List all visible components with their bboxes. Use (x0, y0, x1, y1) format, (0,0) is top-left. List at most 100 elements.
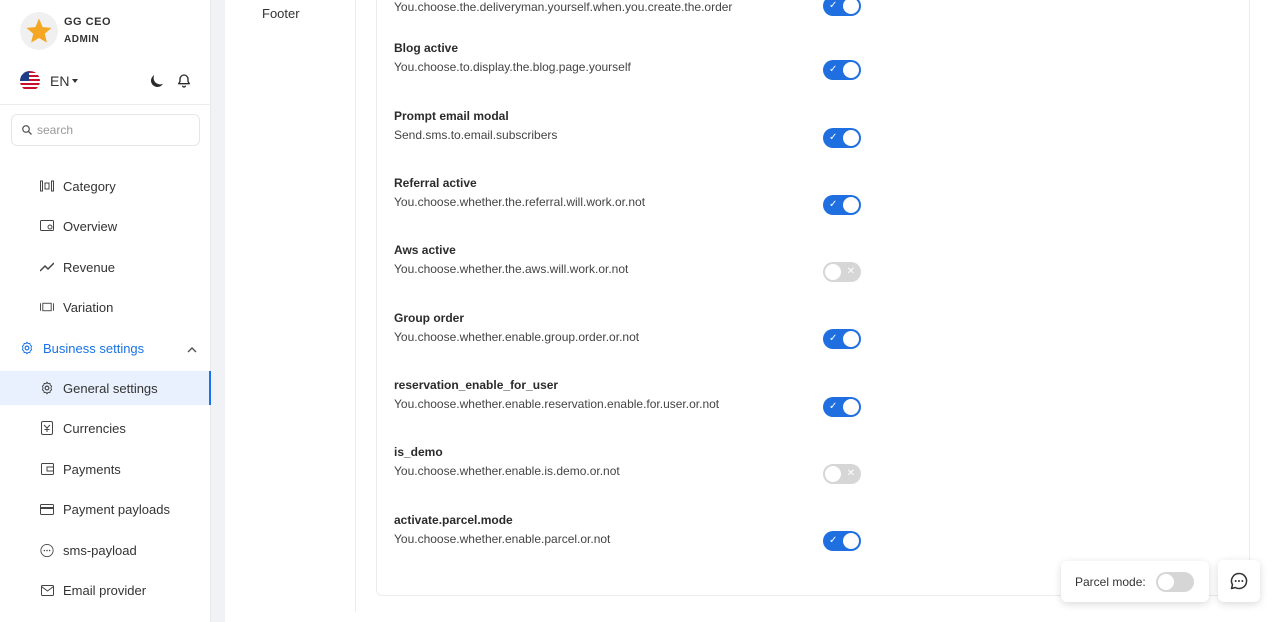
sidebar-divider (0, 104, 211, 105)
setting-title: activate.parcel.mode (394, 513, 513, 527)
caret-down-icon[interactable] (72, 79, 79, 83)
setting-row-blog-active: Blog active You.choose.to.display.the.bl… (394, 41, 864, 85)
setting-title: is_demo (394, 445, 443, 459)
setting-row-parcel-mode: activate.parcel.mode You.choose.whether.… (394, 513, 864, 557)
parcel-mode-toggle[interactable] (1155, 571, 1194, 592)
wallet-icon (40, 462, 54, 476)
sidebar-item-label: Category (63, 178, 116, 194)
setting-description: You.choose.whether.enable.parcel.or.not (394, 532, 611, 546)
sidebar-item-label: Currencies (63, 420, 126, 436)
setting-description: You.choose.whether.the.aws.will.work.or.… (394, 262, 629, 276)
check-icon: ✓ (829, 535, 838, 546)
chat-button[interactable] (1218, 560, 1260, 602)
sidebar-item-label: Payments (63, 461, 121, 477)
sidebar-item-category[interactable]: Category (0, 169, 211, 203)
setting-title: Referral active (394, 176, 477, 190)
setting-title: Aws active (394, 243, 456, 257)
setting-title: Prompt email modal (394, 109, 509, 123)
setting-toggle-blog-active[interactable]: ✓ (823, 60, 861, 80)
setting-toggle-referral-active[interactable]: ✓ (823, 195, 861, 215)
chevron-up-icon[interactable] (187, 341, 197, 356)
search-box[interactable] (11, 114, 200, 146)
check-icon: ✓ (829, 132, 838, 143)
check-icon: ✓ (829, 0, 838, 11)
sidebar: GG CEO ADMIN EN search Category Overview… (0, 0, 211, 622)
bell-icon[interactable] (176, 72, 192, 90)
sidebar-item-variation[interactable]: Variation (0, 290, 211, 324)
search-icon (22, 125, 32, 135)
sidebar-item-label: General settings (63, 380, 158, 396)
setting-row-prompt-email-modal: Prompt email modal Send.sms.to.email.sub… (394, 109, 864, 153)
setting-row-aws-active: Aws active You.choose.whether.the.aws.wi… (394, 243, 864, 287)
sidebar-item-label: Email provider (63, 582, 147, 598)
setting-row-deliveryman: You.choose.the.deliveryman.yourself.when… (394, 0, 864, 25)
setting-toggle-is-demo[interactable]: ✕ (823, 464, 861, 484)
setting-description: You.choose.whether.enable.is.demo.or.not (394, 464, 620, 478)
card-icon (40, 502, 54, 516)
sidebar-item-label: Payment payloads (63, 501, 170, 517)
profile-role: ADMIN (64, 34, 100, 45)
setting-title: Group order (394, 311, 465, 325)
setting-description: You.choose.the.deliveryman.yourself.when… (394, 0, 733, 14)
overview-icon (40, 219, 54, 233)
setting-description: Send.sms.to.email.subscribers (394, 128, 558, 142)
category-icon (40, 179, 54, 193)
profile[interactable]: GG CEO ADMIN (20, 12, 111, 50)
search-input[interactable] (37, 123, 187, 137)
setting-description: You.choose.whether.enable.group.order.or… (394, 330, 640, 344)
setting-toggle-prompt-email-modal[interactable]: ✓ (823, 128, 861, 148)
settings-inner-nav: Footer (225, 0, 356, 612)
settings-card (376, 0, 1250, 596)
check-icon: ✓ (829, 199, 838, 210)
parcel-mode-widget: Parcel mode: (1061, 561, 1209, 602)
chat-dots-icon (1230, 572, 1248, 590)
sidebar-item-overview[interactable]: Overview (0, 209, 211, 243)
sidebar-item-email-provider[interactable]: Email provider (0, 573, 211, 607)
setting-description: You.choose.whether.enable.reservation.en… (394, 397, 720, 411)
star-icon (26, 18, 52, 43)
setting-row-reservation-enable: reservation_enable_for_user You.choose.w… (394, 378, 864, 422)
sidebar-item-label: Variation (63, 299, 114, 315)
check-icon: ✓ (829, 401, 838, 412)
sidebar-item-business-settings[interactable]: Business settings (0, 331, 211, 365)
sidebar-item-payment-payloads[interactable]: Payment payloads (0, 492, 211, 526)
us-flag-icon[interactable] (20, 71, 40, 91)
parcel-mode-label: Parcel mode: (1075, 574, 1146, 589)
gear-icon (40, 381, 54, 395)
sidebar-item-currencies[interactable]: Currencies (0, 411, 211, 445)
check-icon: ✓ (829, 333, 838, 344)
setting-toggle-parcel-mode[interactable]: ✓ (823, 531, 861, 551)
setting-toggle-reservation-enable[interactable]: ✓ (823, 397, 861, 417)
sidebar-item-revenue[interactable]: Revenue (0, 250, 211, 284)
setting-row-referral-active: Referral active You.choose.whether.the.r… (394, 176, 864, 220)
sidebar-item-label: Business settings (43, 340, 145, 356)
x-icon: ✕ (846, 468, 855, 479)
setting-toggle-aws-active[interactable]: ✕ (823, 262, 861, 282)
setting-description: You.choose.whether.the.referral.will.wor… (394, 195, 646, 209)
sidebar-item-label: Overview (63, 218, 118, 234)
moon-icon[interactable] (148, 72, 166, 90)
setting-row-group-order: Group order You.choose.whether.enable.gr… (394, 311, 864, 355)
setting-title: Blog active (394, 41, 459, 55)
language-selector[interactable]: EN (50, 73, 69, 89)
avatar (20, 12, 58, 50)
chat-dots-icon (40, 543, 54, 557)
mail-icon (40, 583, 54, 597)
currency-icon (40, 421, 54, 435)
profile-name: GG CEO (64, 16, 112, 28)
sidebar-item-payments[interactable]: Payments (0, 452, 211, 486)
setting-toggle-deliveryman[interactable]: ✓ (823, 0, 861, 16)
setting-title: reservation_enable_for_user (394, 378, 559, 392)
sidebar-item-general-settings[interactable]: General settings (0, 371, 211, 405)
variation-icon (40, 300, 54, 314)
inner-nav-item-footer[interactable]: Footer (262, 6, 300, 21)
revenue-icon (40, 260, 54, 274)
x-icon: ✕ (846, 266, 855, 277)
check-icon: ✓ (829, 64, 838, 75)
setting-description: You.choose.to.display.the.blog.page.your… (394, 60, 631, 74)
sidebar-item-label: sms-payload (63, 542, 137, 558)
sidebar-item-label: Revenue (63, 259, 116, 275)
setting-toggle-group-order[interactable]: ✓ (823, 329, 861, 349)
sidebar-item-sms-payload[interactable]: sms-payload (0, 533, 211, 567)
setting-row-is-demo: is_demo You.choose.whether.enable.is.dem… (394, 445, 864, 489)
